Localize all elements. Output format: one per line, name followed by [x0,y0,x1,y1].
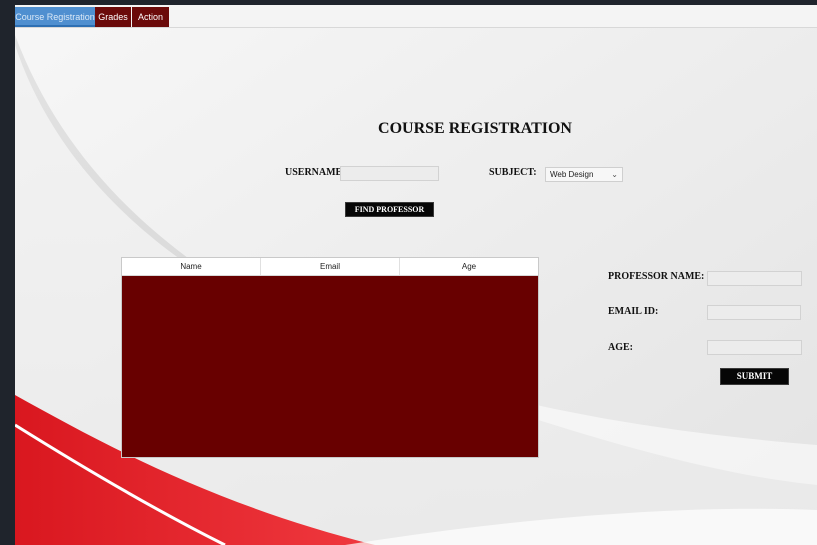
chevron-down-icon: ⌄ [611,170,618,179]
submit-button[interactable]: SUBMIT [720,368,789,385]
tab-grades[interactable]: Grades [95,7,131,27]
professor-name-label: PROFESSOR NAME: [608,271,705,282]
age-label: AGE: [608,342,633,353]
column-header-age[interactable]: Age [400,258,538,275]
email-id-field[interactable] [707,305,801,320]
email-id-label: EMAIL ID: [608,306,659,317]
app-window: Course Registration Grades Action COURSE… [15,5,817,545]
tab-bar: Course Registration Grades Action [15,5,817,28]
age-field[interactable] [707,340,802,355]
find-professor-button[interactable]: FIND PROFESSOR [345,202,434,217]
tab-action[interactable]: Action [132,7,169,27]
subject-select[interactable]: Web Design ⌄ [545,167,623,182]
username-input[interactable] [340,166,439,181]
page-title: COURSE REGISTRATION [378,120,572,137]
username-label: USERNAME: [285,167,346,178]
table-header: Name Email Age [122,258,538,276]
subject-label: SUBJECT: [489,167,537,178]
column-header-name[interactable]: Name [122,258,261,275]
column-header-email[interactable]: Email [261,258,400,275]
professor-table: Name Email Age [121,257,539,458]
tab-course-registration[interactable]: Course Registration [15,7,95,27]
subject-selected-value: Web Design [550,170,594,179]
professor-name-field[interactable] [707,271,802,286]
